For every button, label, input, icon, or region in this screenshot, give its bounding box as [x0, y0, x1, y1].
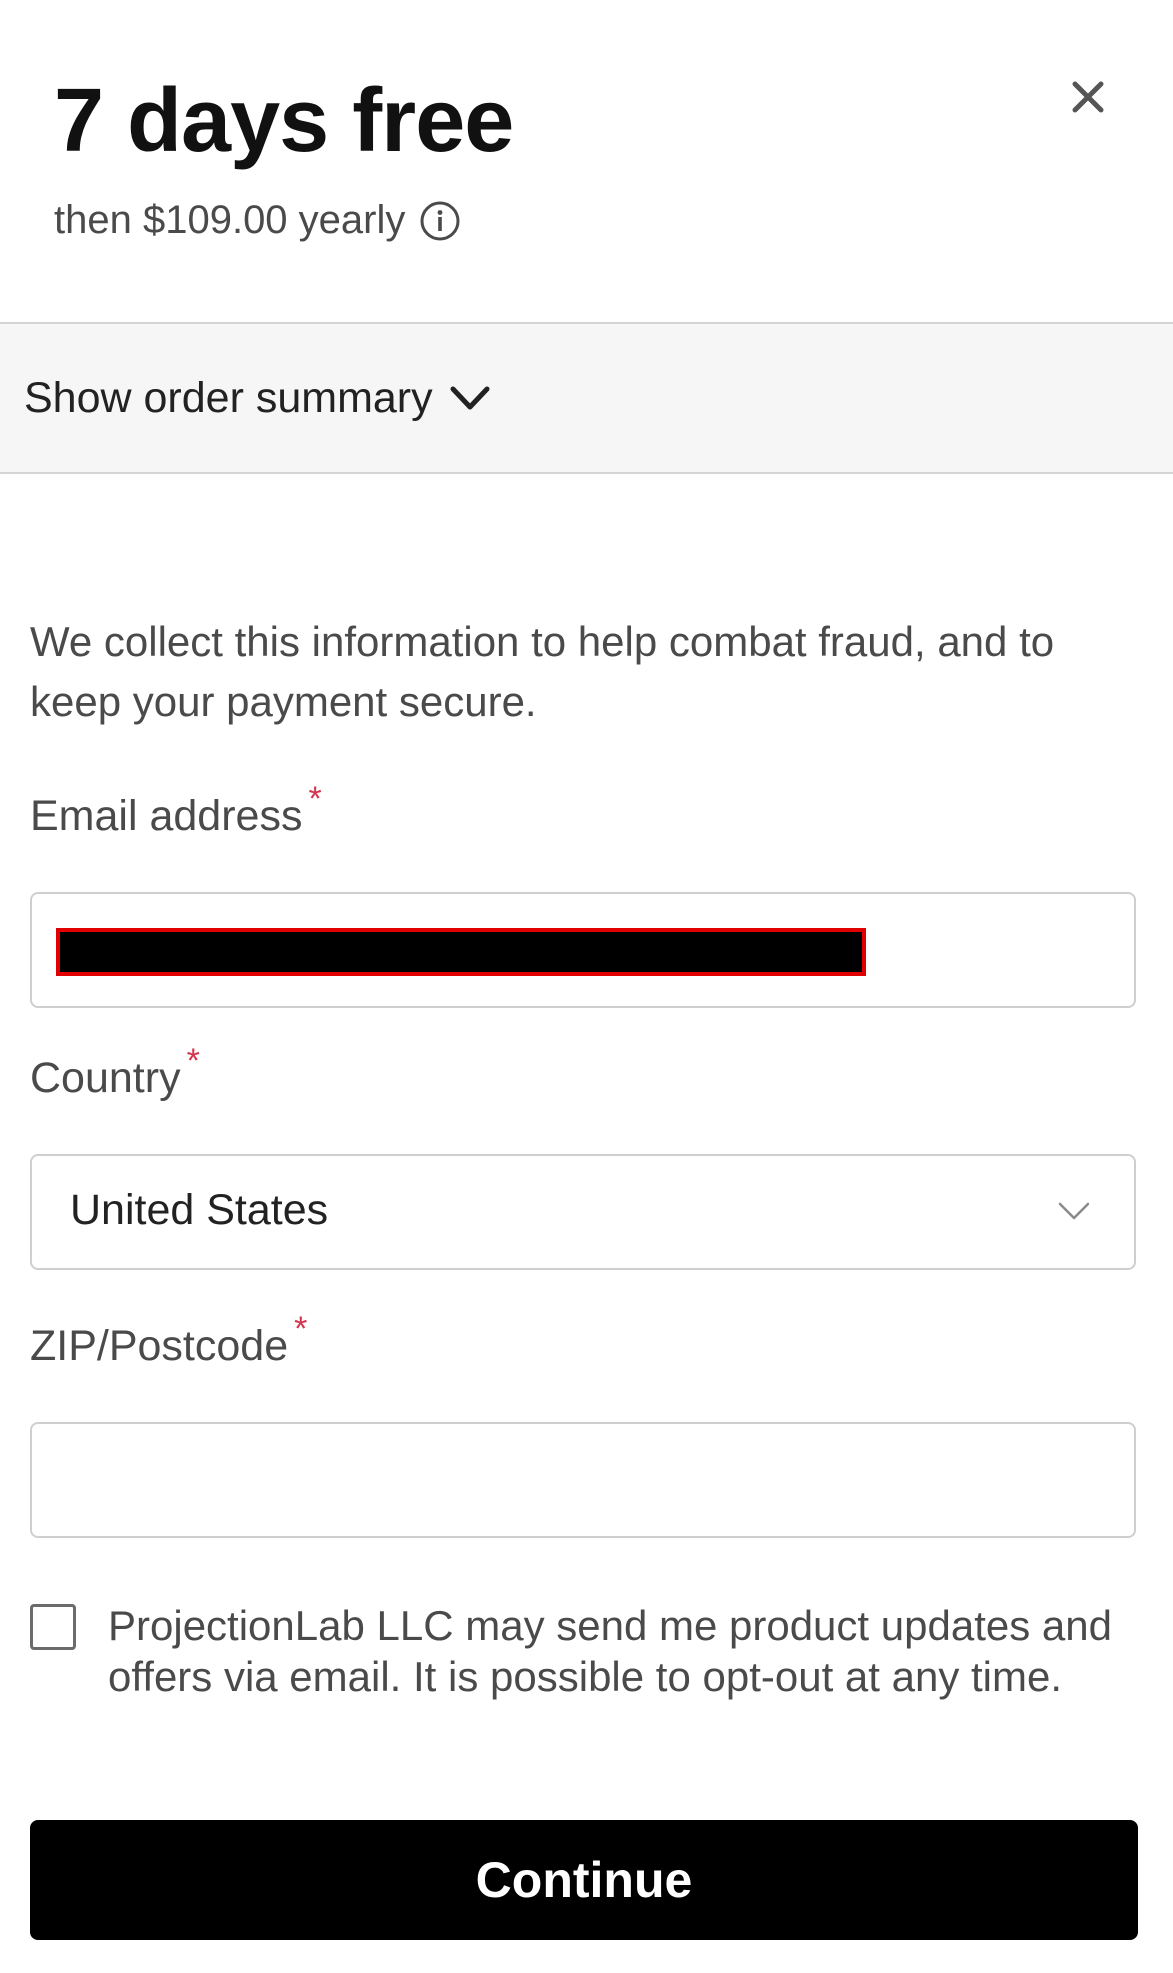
close-x-icon [1072, 81, 1104, 113]
marketing-consent-checkbox[interactable] [30, 1604, 76, 1650]
country-selected-value: United States [70, 1186, 329, 1234]
country-label-text: Country [30, 1054, 181, 1102]
email-label: Email address * [30, 780, 322, 841]
required-marker: * [294, 1310, 308, 1348]
zip-label: ZIP/Postcode * [30, 1310, 307, 1371]
price-text: then $109.00 yearly [54, 198, 406, 242]
marketing-consent-text: ProjectionLab LLC may send me product up… [108, 1602, 1112, 1700]
zip-field[interactable] [30, 1422, 1136, 1538]
required-marker: * [308, 780, 322, 818]
country-select[interactable]: United States [30, 1154, 1136, 1270]
email-label-text: Email address [30, 792, 303, 840]
continue-button[interactable]: Continue [30, 1820, 1138, 1940]
chevron-down-icon [1058, 1202, 1090, 1220]
close-button[interactable] [1061, 70, 1115, 124]
plan-header: 7 days free then $109.00 yearly [0, 0, 1173, 324]
page-title: 7 days free [54, 71, 514, 171]
email-field[interactable] [30, 892, 1136, 1008]
order-summary-toggle[interactable]: Show order summary [0, 324, 1173, 474]
order-summary-label: Show order summary [24, 373, 433, 422]
redacted-email-value [56, 928, 866, 976]
country-label: Country * [30, 1042, 200, 1103]
price-line: then $109.00 yearly [54, 198, 461, 243]
zip-label-text: ZIP/Postcode [30, 1322, 289, 1370]
info-circle-icon[interactable] [419, 200, 461, 242]
chevron-down-icon [450, 386, 490, 410]
required-marker: * [186, 1042, 200, 1080]
form-intro-text: We collect this information to help comb… [30, 618, 1055, 725]
